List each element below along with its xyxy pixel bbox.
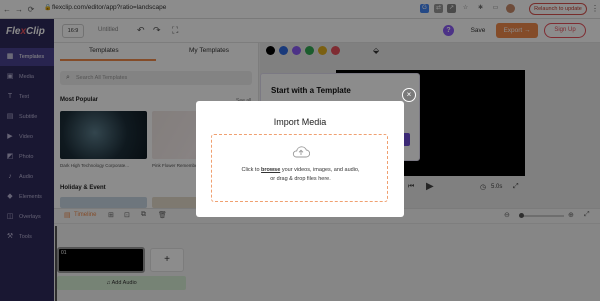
import-media-modal: Import Media Click to browse your videos…: [196, 101, 404, 217]
close-icon[interactable]: ×: [402, 88, 416, 102]
file-dropzone[interactable]: Click to browse your videos, images, and…: [211, 134, 388, 202]
dropzone-instructions: Click to browse your videos, images, and…: [241, 167, 360, 173]
upload-cloud-icon: [292, 146, 310, 158]
dropzone-instructions-2: or drag & drop files here.: [270, 176, 331, 182]
browse-link[interactable]: browse: [261, 167, 280, 173]
modal-title: Import Media: [273, 117, 327, 127]
